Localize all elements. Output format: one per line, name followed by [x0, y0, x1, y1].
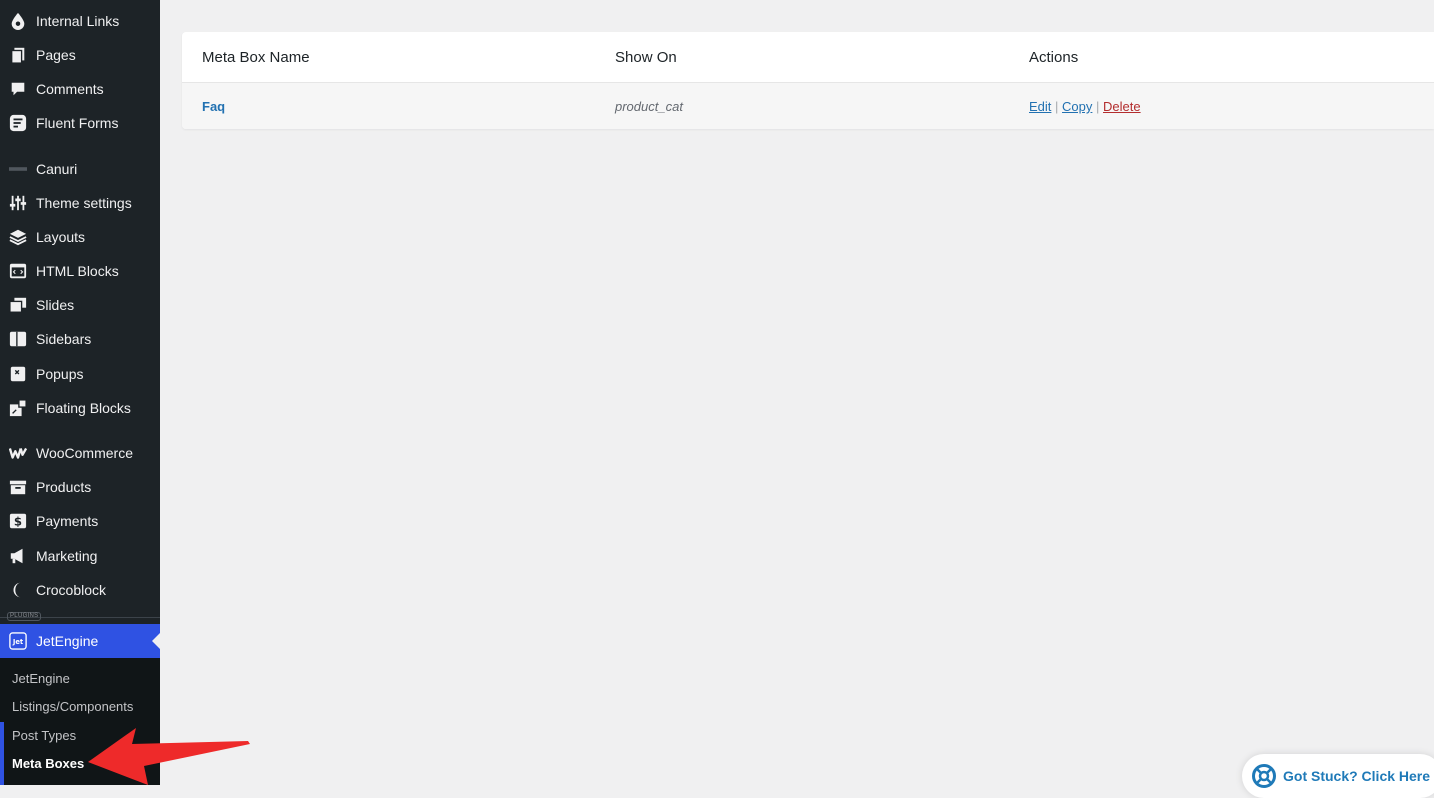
sidebar-item-fluent-forms[interactable]: Fluent Forms	[0, 106, 160, 140]
sidebar-item-label: Layouts	[36, 229, 86, 245]
sidebar-item-label: HTML Blocks	[36, 263, 119, 279]
admin-sidebar: Internal Links Pages Comments Fluent For…	[0, 0, 160, 785]
sidebar-item-label: WooCommerce	[36, 445, 133, 461]
row-actions: Edit | Copy | Delete	[1029, 99, 1141, 114]
plugins-section-label: PLUGINS	[7, 612, 42, 621]
slides-icon	[8, 295, 28, 315]
meta-box-name-link[interactable]: Faq	[202, 99, 225, 114]
fluent-forms-icon	[8, 113, 28, 133]
layers-icon	[8, 227, 28, 247]
sidebar-item-label: Slides	[36, 297, 75, 313]
crocoblock-icon	[8, 580, 28, 600]
sidebar-item-comments[interactable]: Comments	[0, 72, 160, 106]
sidebar-item-slides[interactable]: Slides	[0, 288, 160, 322]
archive-box-icon	[8, 477, 28, 497]
sidebar-item-label: Products	[36, 479, 92, 495]
sidebar-item-label: Crocoblock	[36, 582, 107, 598]
edit-link[interactable]: Edit	[1029, 99, 1051, 114]
sidebar-item-label: Pages	[36, 47, 76, 63]
sidebar-item-pages[interactable]: Pages	[0, 38, 160, 72]
sidebar-item-label: JetEngine	[36, 633, 99, 649]
action-separator: |	[1055, 99, 1063, 114]
sidebar-item-products[interactable]: Products	[0, 470, 160, 504]
sidebar-item-floating-blocks[interactable]: Floating Blocks	[0, 391, 160, 425]
meta-boxes-table: Meta Box Name Show On Actions Faq produc…	[182, 32, 1434, 129]
sidebar-item-label: Canuri	[36, 161, 78, 177]
sidebar-item-theme-settings[interactable]: Theme settings	[0, 186, 160, 220]
megaphone-icon	[8, 546, 28, 566]
submenu-accent-bar	[0, 722, 4, 785]
svg-text:Jet: Jet	[12, 638, 24, 646]
sidebar-item-label: Theme settings	[36, 195, 132, 211]
sidebar-item-label: Sidebars	[36, 331, 92, 347]
sidebar-item-label: Popups	[36, 366, 84, 382]
sidebar-item-sidebars[interactable]: Sidebars	[0, 322, 160, 356]
sidebar-item-internal-links[interactable]: Internal Links	[0, 4, 160, 38]
sidebar-item-label: Marketing	[36, 548, 98, 564]
jetengine-icon: Jet	[8, 631, 28, 651]
column-header-name: Meta Box Name	[202, 49, 310, 66]
sidebar-item-payments[interactable]: $ Payments	[0, 504, 160, 538]
delete-link[interactable]: Delete	[1103, 99, 1141, 114]
submenu-item-jetengine[interactable]: JetEngine	[12, 671, 70, 686]
table-row: Faq product_cat Edit | Copy | Delete	[182, 83, 1434, 129]
submenu-item-post-types[interactable]: Post Types	[12, 728, 76, 743]
svg-text:$: $	[14, 515, 22, 529]
annotation-arrow	[88, 728, 250, 785]
canuri-logo-icon	[8, 159, 28, 179]
submenu-item-meta-boxes[interactable]: Meta Boxes	[12, 756, 84, 771]
sidebar-item-label: Internal Links	[36, 13, 120, 29]
sidebar-item-label: Payments	[36, 513, 99, 529]
copy-link[interactable]: Copy	[1062, 99, 1092, 114]
sidebar-item-canuri[interactable]: Canuri	[0, 152, 160, 186]
help-widget-label: Got Stuck? Click Here	[1283, 768, 1431, 784]
sidebar-item-popups[interactable]: Popups	[0, 357, 160, 391]
pages-icon	[8, 45, 28, 65]
dollar-icon: $	[8, 511, 28, 531]
submenu-item-listings-components[interactable]: Listings/Components	[12, 699, 133, 714]
droplet-icon	[8, 11, 28, 31]
sidebar-item-label: Fluent Forms	[36, 115, 119, 131]
sliders-icon	[8, 193, 28, 213]
sidebar-icon	[8, 329, 28, 349]
code-block-icon	[8, 261, 28, 281]
popup-icon	[8, 364, 28, 384]
action-separator: |	[1096, 99, 1104, 114]
floating-block-icon	[8, 398, 28, 418]
sidebar-item-crocoblock[interactable]: Crocoblock	[0, 573, 160, 607]
sidebar-item-label: Comments	[36, 81, 104, 97]
active-indicator	[152, 633, 160, 649]
sidebar-item-layouts[interactable]: Layouts	[0, 220, 160, 254]
sidebar-item-html-blocks[interactable]: HTML Blocks	[0, 254, 160, 288]
help-widget-button[interactable]: Got Stuck? Click Here	[1242, 754, 1434, 798]
column-header-show-on: Show On	[615, 49, 677, 66]
woocommerce-icon	[8, 443, 28, 463]
sidebar-item-woocommerce[interactable]: WooCommerce	[0, 436, 160, 470]
column-header-actions: Actions	[1029, 49, 1079, 66]
sidebar-item-jetengine[interactable]: Jet JetEngine	[0, 624, 160, 658]
sidebar-item-marketing[interactable]: Marketing	[0, 539, 160, 573]
lifebuoy-icon	[1252, 764, 1276, 788]
comment-icon	[8, 79, 28, 99]
show-on-value: product_cat	[615, 99, 683, 114]
sidebar-item-label: Floating Blocks	[36, 400, 131, 416]
